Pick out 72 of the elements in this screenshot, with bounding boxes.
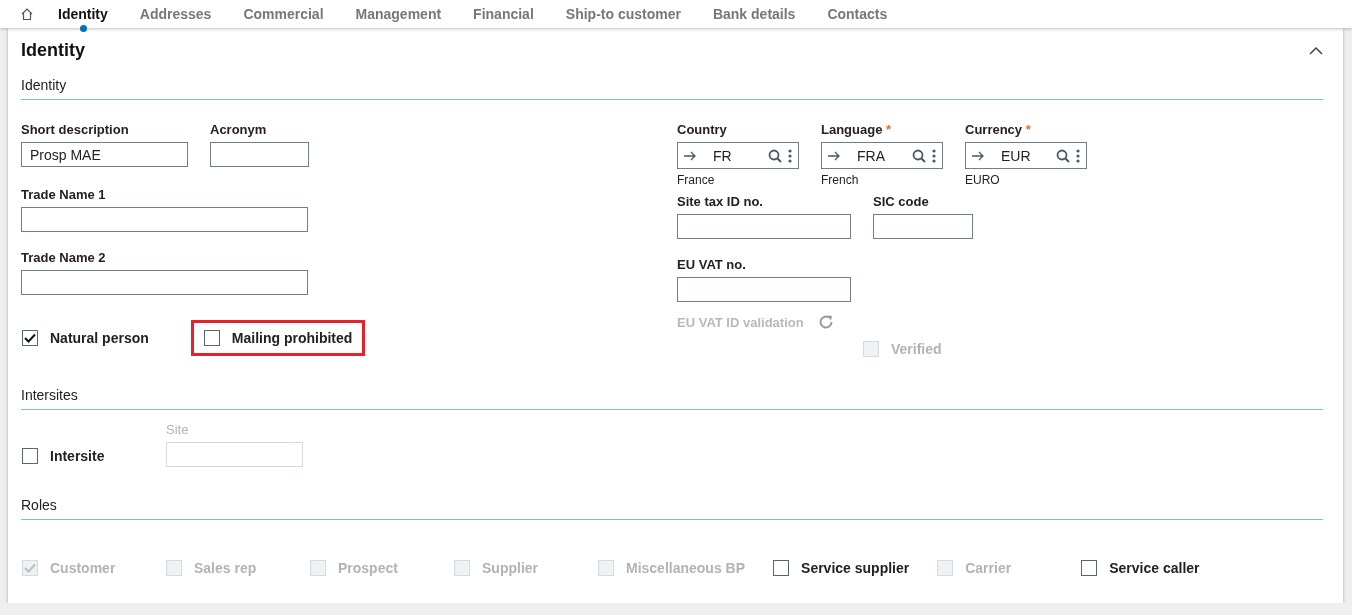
field-label: Site tax ID no. <box>677 194 764 210</box>
more-options-icon[interactable] <box>1076 148 1080 163</box>
lookup-value: FR <box>712 147 733 164</box>
checkbox-label: Natural person <box>50 330 149 346</box>
checkbox[interactable] <box>203 330 220 346</box>
checkmark-icon <box>24 563 36 573</box>
checkbox-label: Carrier <box>965 560 1012 576</box>
text-field[interactable] <box>21 207 308 232</box>
lookup-value: EUR <box>1000 147 1032 164</box>
lookup-description: EURO <box>965 173 1001 187</box>
more-options-icon[interactable] <box>788 148 792 163</box>
text-field[interactable] <box>677 277 851 302</box>
tab[interactable]: Commercial <box>227 0 340 28</box>
field-label: EU VAT no. <box>677 257 747 273</box>
checkbox-label: Supplier <box>482 560 538 576</box>
refresh-icon[interactable] <box>817 314 834 330</box>
checkbox-label: Service caller <box>1109 560 1200 576</box>
checkbox[interactable] <box>773 560 790 576</box>
required-asterisk: * <box>886 122 892 137</box>
arrow-right-icon[interactable] <box>684 150 697 161</box>
checkbox-label: Service supplier <box>801 560 910 576</box>
checkbox[interactable] <box>1081 560 1098 576</box>
checkbox-label: Mailing prohibited <box>231 330 353 346</box>
collapse-chevron-icon[interactable] <box>1309 45 1323 55</box>
tab[interactable]: Management <box>339 0 458 28</box>
arrow-right-icon[interactable] <box>972 150 985 161</box>
home-icon[interactable] <box>20 7 34 21</box>
tab[interactable]: Ship-to customer <box>549 0 697 28</box>
tab[interactable]: Addresses <box>123 0 228 28</box>
text-field[interactable] <box>21 270 308 295</box>
tab[interactable]: Financial <box>457 0 550 28</box>
field-label: Short description <box>21 122 130 138</box>
checkbox[interactable] <box>22 330 38 346</box>
checkbox-label: Miscellaneous BP <box>626 560 746 576</box>
field-label: Currency * <box>965 122 1032 138</box>
validation-label: EU VAT ID validation <box>677 314 804 330</box>
checkbox[interactable] <box>22 448 38 464</box>
text-field[interactable] <box>677 214 851 239</box>
field-label: SIC code <box>873 194 930 210</box>
checkmark-icon <box>24 333 36 343</box>
checkbox-label: Sales rep <box>194 560 257 576</box>
arrow-right-icon[interactable] <box>828 150 841 161</box>
search-icon[interactable] <box>912 148 926 163</box>
field-label: Acronym <box>210 122 268 138</box>
field-label: Country <box>677 122 728 138</box>
section-title: Identity <box>21 77 1323 100</box>
tab[interactable]: Bank details <box>696 0 812 28</box>
search-icon[interactable] <box>768 148 782 163</box>
checkbox-label: Prospect <box>338 560 398 576</box>
text-field[interactable] <box>873 214 973 239</box>
checkbox-label: Customer <box>50 560 116 576</box>
field-label: Language * <box>821 122 893 138</box>
lookup-value: FRA <box>856 147 886 164</box>
lookup-description: French <box>821 173 860 187</box>
checkbox-label: Verified <box>891 341 942 357</box>
text-field[interactable] <box>210 142 309 167</box>
field-label: Trade Name 1 <box>21 187 107 203</box>
field-label: Trade Name 2 <box>21 250 107 266</box>
card-title: Identity <box>21 39 85 61</box>
tab[interactable]: Contacts <box>811 0 904 28</box>
search-icon[interactable] <box>1056 148 1070 163</box>
text-field[interactable]: Prosp MAE <box>21 142 188 167</box>
more-options-icon[interactable] <box>932 148 936 163</box>
section-title: Roles <box>21 497 1323 520</box>
section-title: Intersites <box>21 387 1323 410</box>
field-label: Site <box>166 422 190 438</box>
lookup-field[interactable]: FR <box>677 142 799 169</box>
lookup-description: France <box>677 173 716 187</box>
lookup-field[interactable]: EUR <box>965 142 1087 169</box>
required-asterisk: * <box>1025 122 1031 137</box>
lookup-field[interactable]: FRA <box>821 142 943 169</box>
checkbox-label: Intersite <box>50 448 105 464</box>
